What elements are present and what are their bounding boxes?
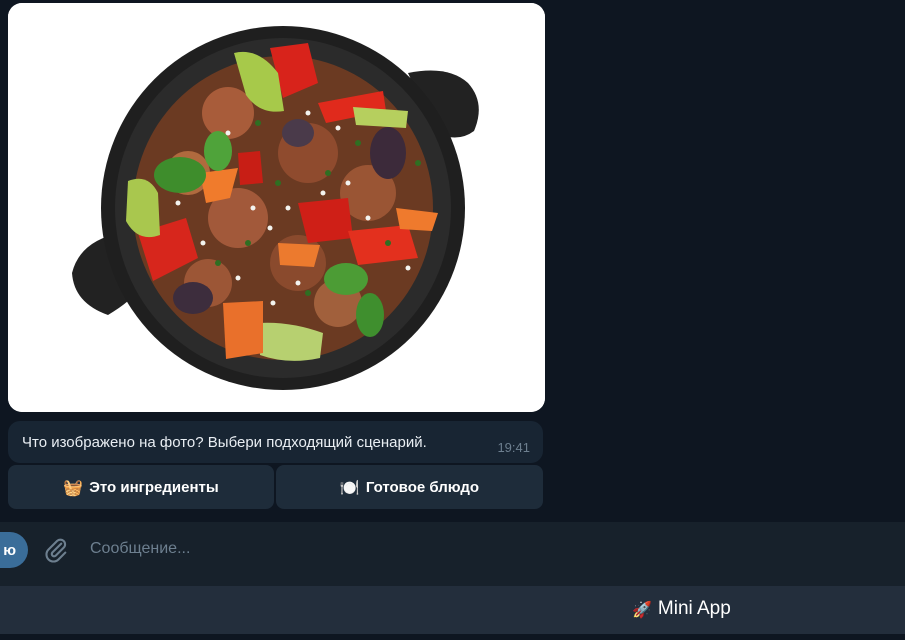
food-pan-photo (8, 3, 545, 412)
message-time: 19:41 (497, 440, 530, 455)
plate-icon: 🍽️ (339, 477, 360, 497)
message-text: Что изображено на фото? Выбери подходящи… (22, 434, 427, 451)
ingredients-button-label: Это ингредиенты (89, 478, 219, 496)
mini-app-label: Mini App (657, 598, 731, 619)
chat-area: Что изображено на фото? Выбери подходящи… (0, 0, 905, 522)
photo-message[interactable] (8, 3, 545, 412)
ready-dish-button-label: Готовое блюдо (365, 478, 480, 496)
message-input[interactable] (90, 536, 870, 562)
message-input-bar: ю (0, 522, 905, 586)
menu-button-label: ю (3, 541, 16, 559)
basket-icon: 🧺 (63, 477, 84, 497)
rocket-icon: 🚀 (632, 599, 652, 619)
bottom-strip (0, 634, 905, 640)
paperclip-icon[interactable] (42, 536, 70, 564)
ready-dish-button[interactable]: 🍽️ Готовое блюдо (276, 465, 543, 509)
message-bubble: Что изображено на фото? Выбери подходящи… (8, 421, 543, 463)
menu-button[interactable]: ю (0, 532, 28, 568)
mini-app-bar: 🚀 Mini App (0, 586, 905, 634)
mini-app-button[interactable]: 🚀 Mini App (632, 598, 731, 620)
ingredients-button[interactable]: 🧺 Это ингредиенты (8, 465, 274, 509)
